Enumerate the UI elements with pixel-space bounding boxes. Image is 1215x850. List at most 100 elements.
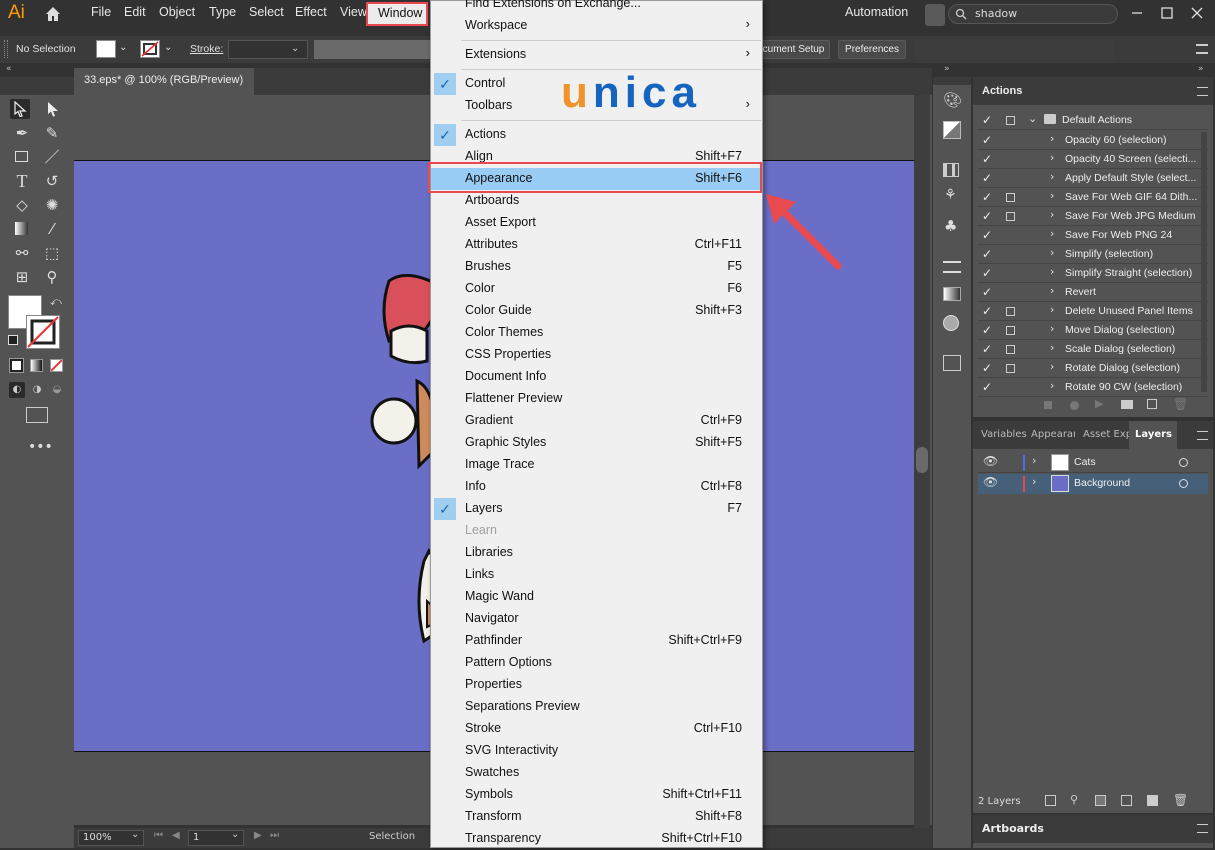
check-icon[interactable]: ✓ <box>982 209 992 223</box>
check-icon[interactable]: ✓ <box>982 190 992 204</box>
preferences-button[interactable]: Preferences <box>838 40 906 59</box>
menu-item-gradient[interactable]: Gradient Ctrl+F9 <box>431 410 762 432</box>
menu-item-navigator[interactable]: Navigator <box>431 608 762 630</box>
check-icon[interactable]: ✓ <box>982 323 992 337</box>
dialog-toggle[interactable] <box>1006 212 1015 221</box>
menu-edit[interactable]: Edit <box>124 5 146 19</box>
menu-item-extensions[interactable]: Extensions › <box>431 44 762 66</box>
draw-inside-icon[interactable]: ◒ <box>49 382 65 398</box>
target-icon[interactable] <box>1179 458 1188 467</box>
check-icon[interactable]: ✓ <box>982 113 992 127</box>
actions-tab[interactable]: Actions <box>982 85 1022 97</box>
menu-item-magic-wand[interactable]: Magic Wand <box>431 586 762 608</box>
menu-type[interactable]: Type <box>209 5 236 19</box>
menu-item-color-guide[interactable]: Color Guide Shift+F3 <box>431 300 762 322</box>
type-tool-icon[interactable]: T <box>12 171 32 191</box>
new-layer-icon[interactable] <box>1147 795 1158 806</box>
action-row[interactable]: ✓ › Save For Web GIF 64 Dith... <box>978 189 1208 207</box>
eyedropper-tool-icon[interactable]: ⁄ <box>42 219 62 239</box>
action-set-row[interactable]: ✓ ⌄ Default Actions <box>978 112 1208 130</box>
check-icon[interactable]: ✓ <box>982 247 992 261</box>
vertical-scrollbar[interactable] <box>914 95 930 828</box>
menu-item-svg-interactivity[interactable]: SVG Interactivity <box>431 740 762 762</box>
chevron-right-icon[interactable]: › <box>1050 284 1054 297</box>
chevron-right-icon[interactable]: › <box>1050 227 1054 240</box>
new-action-icon[interactable] <box>1147 399 1157 409</box>
menu-effect[interactable]: Effect <box>295 5 327 19</box>
pen-tool-icon[interactable]: ✒ <box>12 123 32 143</box>
record-icon[interactable] <box>1070 401 1079 410</box>
stroke-color-swatch[interactable] <box>26 315 60 349</box>
home-icon[interactable] <box>43 4 63 24</box>
gradient-tool-icon[interactable] <box>12 219 32 239</box>
target-icon[interactable] <box>1179 479 1188 488</box>
stop-icon[interactable] <box>1044 401 1052 409</box>
color-mode-icon[interactable] <box>9 358 24 373</box>
rectangle-tool-icon[interactable] <box>12 147 32 167</box>
check-icon[interactable]: ✓ <box>982 171 992 185</box>
stroke-panel-icon[interactable] <box>943 261 961 273</box>
collapse-dock-icon[interactable]: » <box>944 64 950 74</box>
menu-item-flattener-preview[interactable]: Flattener Preview <box>431 388 762 410</box>
panel-menu-icon[interactable] <box>1197 431 1208 440</box>
check-icon[interactable]: ✓ <box>982 342 992 356</box>
dialog-toggle[interactable] <box>1006 364 1015 373</box>
blend-tool-icon[interactable]: ⚯ <box>12 243 32 263</box>
chevron-right-icon[interactable]: › <box>1050 246 1054 259</box>
menu-item-document-info[interactable]: Document Info <box>431 366 762 388</box>
menu-item-color[interactable]: Color F6 <box>431 278 762 300</box>
menu-item-pathfinder[interactable]: Pathfinder Shift+Ctrl+F9 <box>431 630 762 652</box>
dialog-toggle[interactable] <box>1006 345 1015 354</box>
menu-window[interactable]: Window <box>366 2 428 26</box>
default-colors-icon[interactable] <box>8 335 18 345</box>
menu-item-image-trace[interactable]: Image Trace <box>431 454 762 476</box>
zoom-level[interactable]: 100% ⌄ <box>78 829 144 846</box>
artboard-tool-icon[interactable]: ⊞ <box>12 267 32 287</box>
collapse-panel-icon[interactable]: » <box>1198 64 1204 74</box>
color-panel-icon[interactable]: 🎨︎ <box>943 91 962 109</box>
panel-menu-icon[interactable] <box>1196 44 1208 54</box>
action-row[interactable]: ✓ › Save For Web PNG 24 <box>978 227 1208 245</box>
draw-normal-icon[interactable]: ◐ <box>9 382 25 398</box>
menu-object[interactable]: Object <box>159 5 195 19</box>
chevron-right-icon[interactable]: › <box>1032 475 1036 488</box>
screen-mode-icon[interactable] <box>26 407 48 423</box>
chevron-right-icon[interactable]: › <box>1050 208 1054 221</box>
action-row[interactable]: ✓ › Rotate Dialog (selection) <box>978 360 1208 378</box>
check-icon[interactable]: ✓ <box>982 133 992 147</box>
chevron-down-icon[interactable]: ⌄ <box>119 42 127 53</box>
menu-item-swatches[interactable]: Swatches <box>431 762 762 784</box>
close-button[interactable] <box>1190 6 1204 20</box>
chevron-right-icon[interactable]: › <box>1050 379 1054 392</box>
swap-colors-icon[interactable]: ⤺ <box>50 295 62 309</box>
color-guide-panel-icon[interactable] <box>943 121 961 139</box>
action-row[interactable]: ✓ › Simplify (selection) <box>978 246 1208 264</box>
check-icon[interactable]: ✓ <box>982 361 992 375</box>
menu-item-actions[interactable]: ✓ Actions <box>431 124 762 146</box>
eye-icon[interactable]: 👁︎ <box>983 475 998 489</box>
zoom-tool-icon[interactable]: ⚲ <box>42 267 62 287</box>
check-icon[interactable]: ✓ <box>982 304 992 318</box>
stroke-weight-stepper[interactable]: ⌄ <box>228 40 308 59</box>
fill-swatch[interactable] <box>96 40 116 58</box>
chevron-right-icon[interactable]: › <box>1050 303 1054 316</box>
check-icon[interactable]: ✓ <box>982 152 992 166</box>
check-icon[interactable]: ✓ <box>982 228 992 242</box>
search-field[interactable]: shadow <box>948 4 1118 24</box>
workspace-switcher[interactable]: Automation <box>845 5 908 19</box>
menu-item-css-properties[interactable]: CSS Properties <box>431 344 762 366</box>
new-sublayer-icon[interactable] <box>1121 795 1132 806</box>
chevron-right-icon[interactable]: › <box>1050 341 1054 354</box>
chevron-right-icon[interactable]: › <box>1050 322 1054 335</box>
tab-asset-export[interactable]: Asset Exp <box>1083 429 1129 440</box>
minimize-button[interactable] <box>1130 6 1144 20</box>
collapse-toolbar-icon[interactable]: « <box>6 64 12 74</box>
menu-view[interactable]: View <box>340 5 367 19</box>
check-icon[interactable]: ✓ <box>982 266 992 280</box>
action-row[interactable]: ✓ › Apply Default Style (select... <box>978 170 1208 188</box>
first-artboard-icon[interactable]: ⏮ <box>154 830 163 841</box>
play-icon[interactable]: ▶ <box>1095 397 1103 410</box>
action-row[interactable]: ✓ › Opacity 60 (selection) <box>978 132 1208 150</box>
panel-menu-icon[interactable] <box>1197 87 1208 96</box>
menu-item-asset-export[interactable]: Asset Export <box>431 212 762 234</box>
